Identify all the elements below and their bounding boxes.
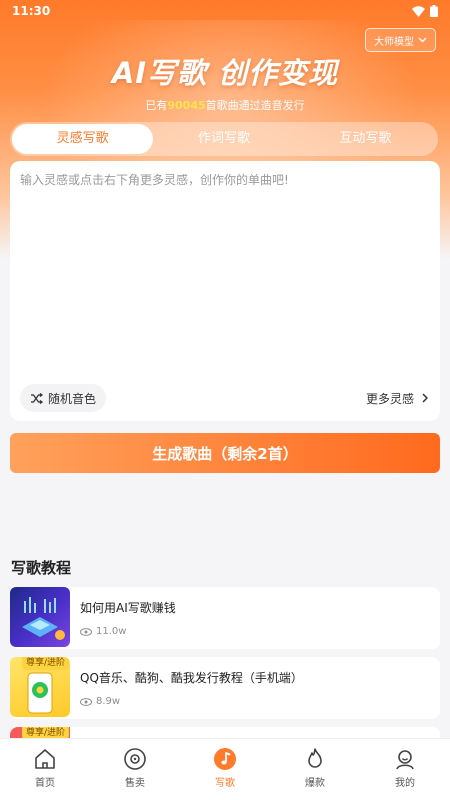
chevron-right-icon	[422, 393, 428, 403]
battery-icon	[430, 5, 438, 17]
flame-icon	[302, 746, 328, 772]
more-inspiration-label: 更多灵感	[365, 391, 414, 406]
inspiration-editor: 随机音色 更多灵感	[10, 161, 440, 421]
tab-inspiration[interactable]: 灵感写歌	[12, 124, 154, 154]
status-time: 11:30	[12, 4, 51, 18]
music-note-icon	[212, 746, 238, 772]
tutorial-title: QQ音乐、酷狗、酷我发行教程（手机端）	[80, 671, 303, 685]
tab-interactive[interactable]: 互动写歌	[295, 124, 436, 154]
tutorial-views: 11.0w	[80, 626, 126, 637]
model-select-label: 大师模型	[374, 36, 414, 48]
tab-lyrics[interactable]: 作词写歌	[153, 124, 294, 154]
tutorial-thumbnail: 尊享/进阶	[10, 657, 70, 717]
tutorial-card[interactable]: 如何用AI写歌赚钱 11.0w	[10, 587, 440, 649]
tutorial-title: 如何用AI写歌赚钱	[80, 601, 176, 615]
home-icon	[32, 746, 58, 772]
generate-song-button[interactable]: 生成歌曲（剩余2首）	[10, 433, 440, 473]
ai-chip-illustration-icon	[22, 597, 65, 640]
tutorial-thumbnail	[10, 587, 70, 647]
inspiration-input[interactable]	[20, 171, 430, 371]
nav-hits[interactable]: 爆款	[270, 739, 360, 800]
bottom-nav: 首页 售卖 写歌 爆款 我的	[0, 738, 450, 800]
model-select[interactable]: 大师模型	[365, 28, 436, 52]
shuffle-icon	[31, 392, 43, 404]
more-inspiration-button[interactable]: 更多灵感	[366, 384, 428, 412]
eye-icon	[80, 697, 92, 706]
hero-title: AI写歌 创作变现	[111, 56, 339, 90]
mode-tabs: 灵感写歌 作词写歌 互动写歌	[10, 122, 438, 156]
song-count: 90045	[167, 99, 206, 112]
random-voice-button[interactable]: 随机音色	[20, 384, 107, 412]
tutorial-thumbnail: 尊享/进阶	[10, 727, 70, 738]
tutorial-card[interactable]: 尊享/进阶	[10, 727, 440, 738]
premium-badge: 尊享/进阶	[22, 657, 70, 670]
eye-icon	[80, 627, 92, 636]
premium-badge: 尊享/进阶	[22, 727, 70, 738]
status-bar: 11:30	[0, 0, 450, 22]
nav-sell[interactable]: 售卖	[90, 739, 180, 800]
nav-mine[interactable]: 我的	[360, 739, 450, 800]
tutorial-views: 8.9w	[80, 696, 120, 707]
user-icon	[392, 746, 418, 772]
hero-subtitle: 已有90045首歌曲通过造音发行	[145, 99, 305, 112]
vinyl-disc-icon	[122, 746, 148, 772]
tutorial-section-title: 写歌教程	[11, 559, 72, 577]
random-voice-label: 随机音色	[48, 391, 97, 406]
wifi-icon	[412, 5, 425, 17]
chevron-down-icon	[418, 37, 427, 43]
nav-home[interactable]: 首页	[0, 739, 90, 800]
tutorial-card[interactable]: 尊享/进阶 QQ音乐、酷狗、酷我发行教程（手机端） 8.9w	[10, 657, 440, 719]
nav-write-song[interactable]: 写歌	[180, 739, 270, 800]
